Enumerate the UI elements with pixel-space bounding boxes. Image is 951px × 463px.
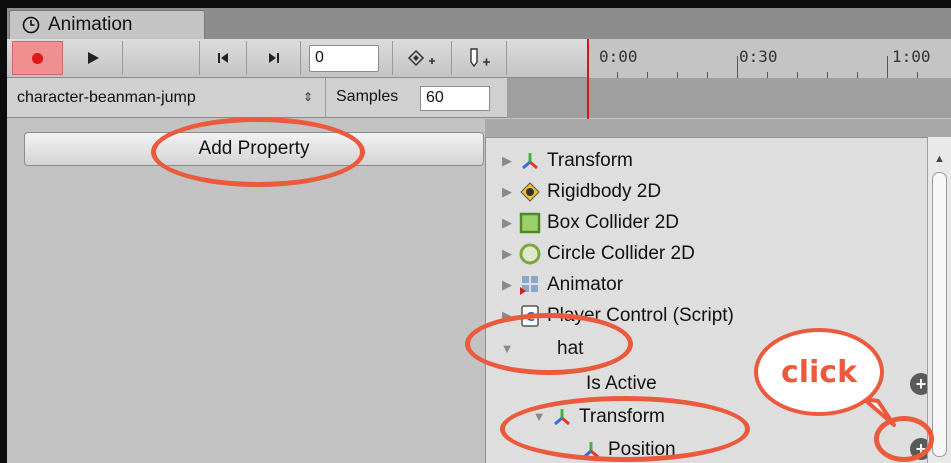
list-item-label: Is Active xyxy=(586,372,657,394)
add-event-button[interactable] xyxy=(452,41,507,75)
expand-arrow-icon[interactable]: ▶ xyxy=(500,153,514,168)
clip-name: character-beanman-jump xyxy=(17,89,196,106)
circle-collider-icon xyxy=(517,241,543,267)
list-item-transform[interactable]: ▶ Transform xyxy=(500,145,940,176)
list-item-label: Rigidbody 2D xyxy=(547,180,662,202)
list-item-label: Transform xyxy=(547,149,633,171)
tab-animation[interactable]: Animation xyxy=(9,10,205,39)
add-keyframe-icon xyxy=(407,49,435,67)
expand-arrow-icon[interactable]: ▶ xyxy=(500,246,514,261)
add-event-icon xyxy=(470,48,490,68)
box-collider-icon xyxy=(517,210,543,236)
record-icon xyxy=(32,52,43,64)
record-button[interactable] xyxy=(12,41,63,75)
timeline-label: 1:00 xyxy=(892,47,931,66)
timeline-track-header xyxy=(507,78,951,118)
scroll-up-icon[interactable]: ▲ xyxy=(934,153,945,165)
scroll-thumb[interactable] xyxy=(932,172,947,457)
frame-input[interactable]: 0 xyxy=(309,45,379,72)
list-item-label: Animator xyxy=(547,273,624,295)
timeline-label: 0:30 xyxy=(739,47,778,66)
tab-title: Animation xyxy=(48,14,133,35)
samples-input[interactable]: 60 xyxy=(420,86,490,111)
clip-row: character-beanman-jump ⇕ Samples 60 xyxy=(7,78,951,118)
click-callout: click xyxy=(754,328,884,416)
expand-arrow-icon[interactable]: ▶ xyxy=(500,215,514,230)
list-item-label: Circle Collider 2D xyxy=(547,242,695,264)
timeline-label: 0:00 xyxy=(599,47,638,66)
playhead-line[interactable] xyxy=(587,39,589,119)
highlight-ring-hat xyxy=(465,313,633,375)
expand-arrow-icon[interactable]: ▶ xyxy=(500,184,514,199)
list-item-circle-collider-2d[interactable]: ▶ Circle Collider 2D xyxy=(500,238,940,269)
timeline-ruler[interactable]: 0:00 0:30 1:00 xyxy=(587,39,951,78)
popup-scrollbar[interactable]: ▲ xyxy=(927,137,951,463)
previous-keyframe-button[interactable] xyxy=(199,41,247,75)
transform-icon xyxy=(517,148,543,174)
next-keyframe-icon xyxy=(268,53,279,63)
list-item-label: Box Collider 2D xyxy=(547,211,679,233)
animation-toolbar: 0 0:00 0:30 1:00 xyxy=(7,39,951,78)
tab-strip: Animation xyxy=(7,8,951,39)
highlight-ring-transform-position xyxy=(500,396,750,462)
play-icon xyxy=(87,52,99,64)
highlight-ring-add-property xyxy=(151,117,365,187)
plus-icon: + xyxy=(915,373,927,394)
list-item-rigidbody-2d[interactable]: ▶ Rigidbody 2D xyxy=(500,176,940,207)
play-button[interactable] xyxy=(63,41,123,75)
timeline-tick xyxy=(887,56,888,78)
timeline-dopesheet[interactable] xyxy=(485,119,951,137)
dropdown-arrows-icon: ⇕ xyxy=(303,90,314,104)
next-keyframe-button[interactable] xyxy=(247,41,301,75)
list-item-box-collider-2d[interactable]: ▶ Box Collider 2D xyxy=(500,207,940,238)
rigidbody-icon xyxy=(517,179,543,205)
previous-keyframe-icon xyxy=(218,53,228,63)
callout-text: click xyxy=(780,354,858,390)
timeline-tick xyxy=(737,56,738,78)
clock-icon xyxy=(22,16,40,34)
add-keyframe-button[interactable] xyxy=(392,41,452,75)
animator-icon xyxy=(517,272,543,298)
samples-label: Samples xyxy=(325,78,417,118)
clip-dropdown[interactable]: character-beanman-jump xyxy=(17,86,322,110)
expand-arrow-icon[interactable]: ▶ xyxy=(500,277,514,292)
list-item-animator[interactable]: ▶ Animator xyxy=(500,269,940,300)
